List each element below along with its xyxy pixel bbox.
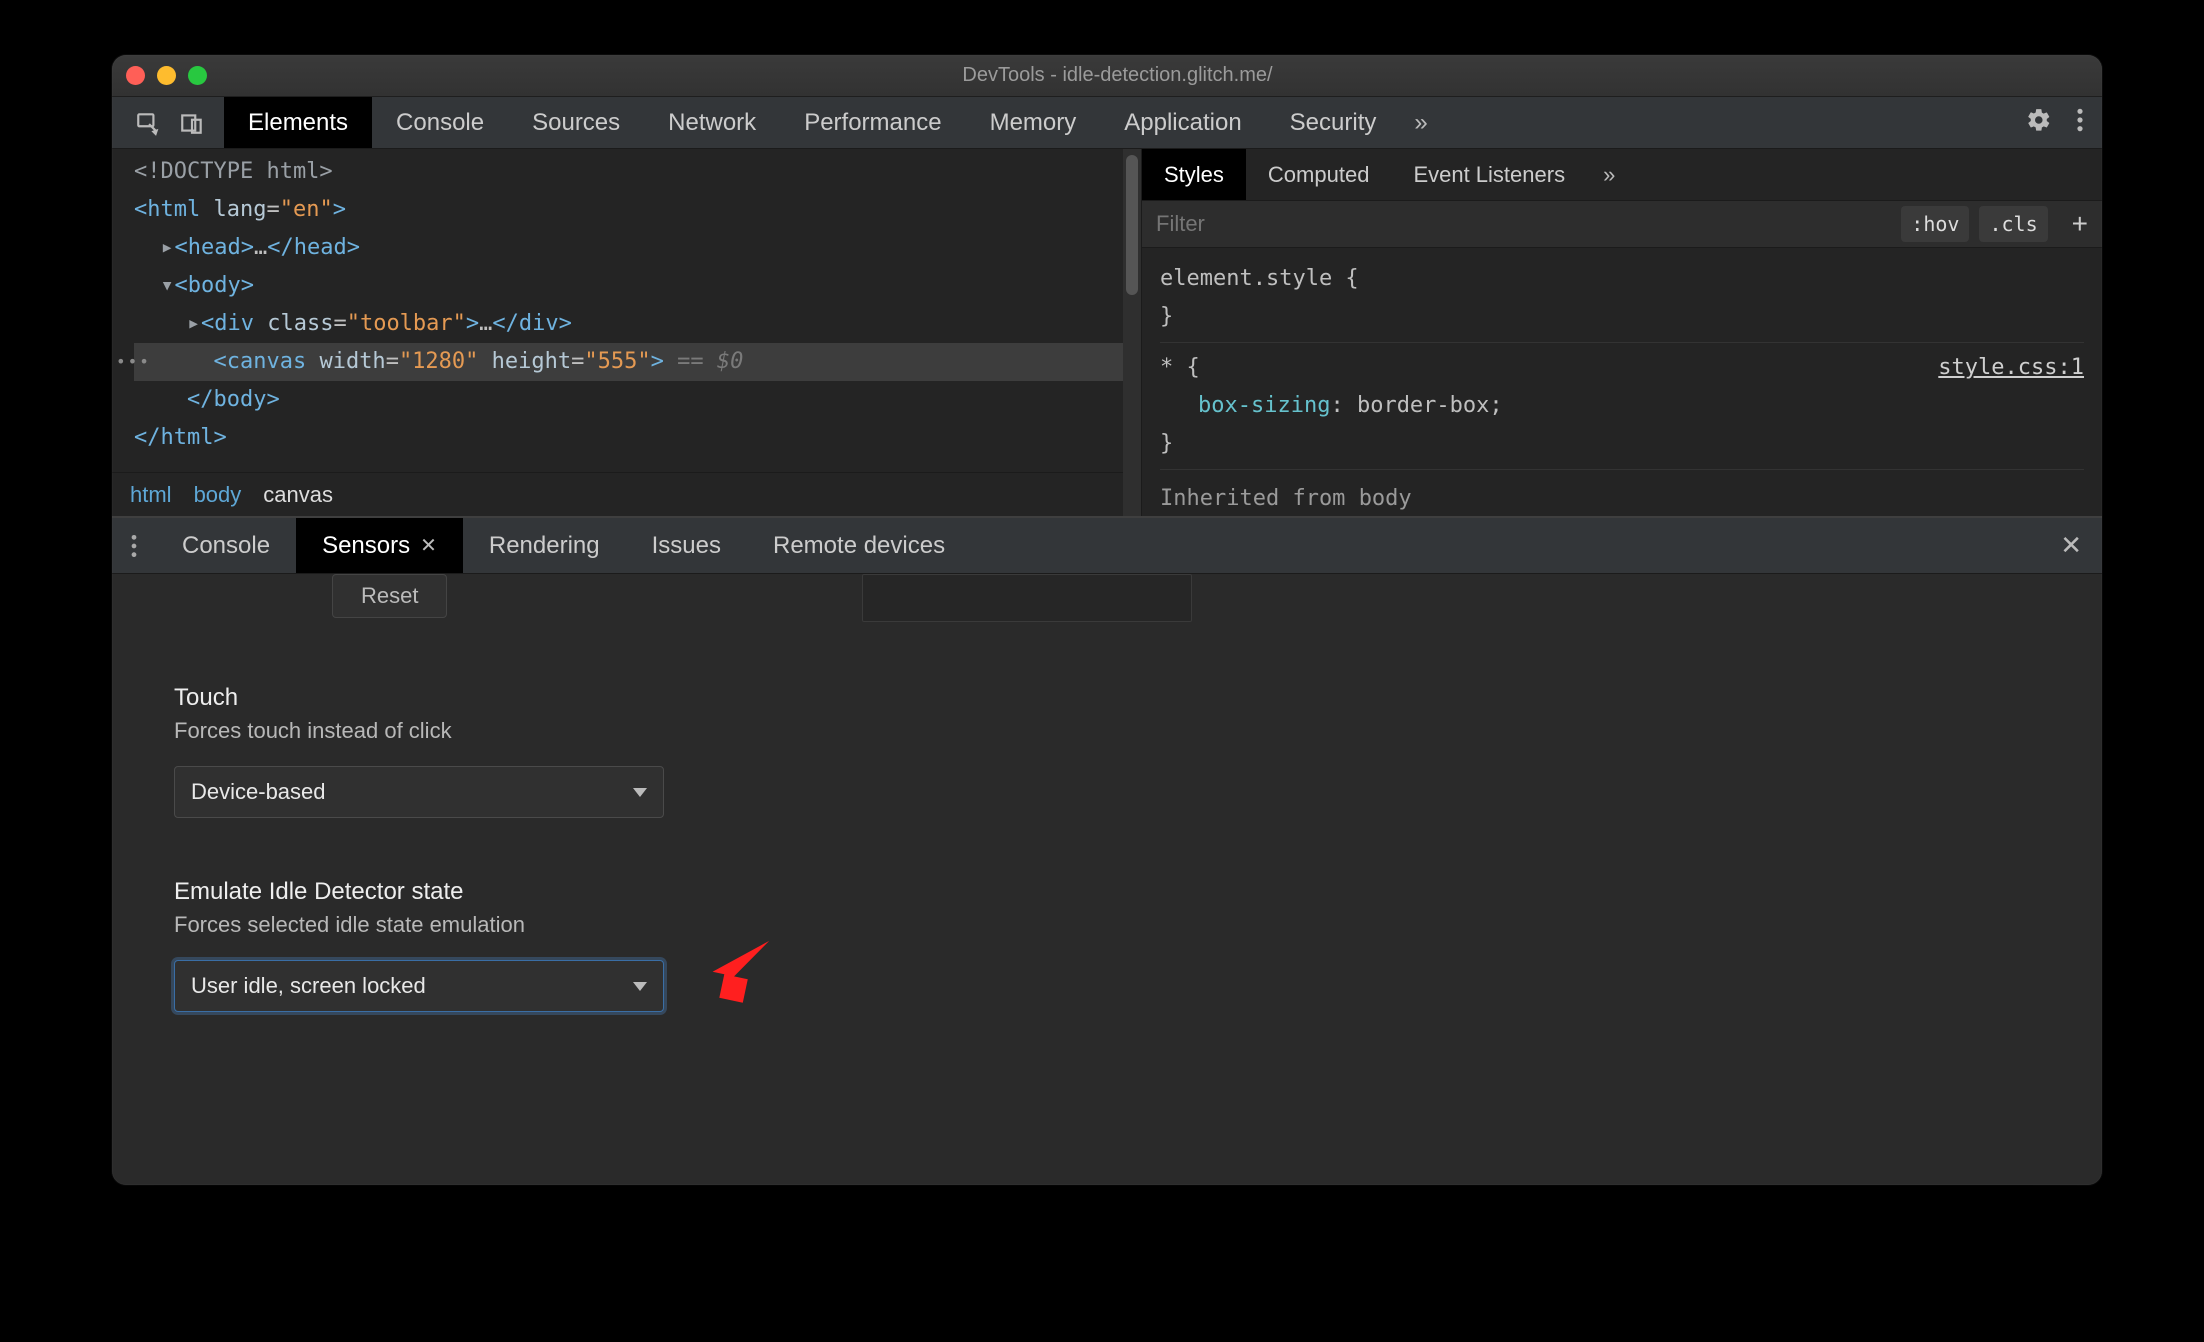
- close-window-button[interactable]: [126, 66, 145, 85]
- subtab-styles[interactable]: Styles: [1142, 149, 1246, 200]
- rule-selector: * {: [1160, 355, 1200, 380]
- rule-close-brace: }: [1160, 431, 1173, 456]
- drawer-tab-rendering[interactable]: Rendering: [463, 518, 626, 573]
- tab-sources[interactable]: Sources: [508, 97, 644, 148]
- subtab-event-listeners[interactable]: Event Listeners: [1391, 149, 1587, 200]
- tab-network[interactable]: Network: [644, 97, 780, 148]
- css-prop-value[interactable]: border-box;: [1357, 393, 1503, 418]
- drawer-tab-issues[interactable]: Issues: [626, 518, 747, 573]
- chevron-down-icon: [633, 982, 647, 991]
- settings-gear-icon[interactable]: [2026, 107, 2052, 138]
- touch-section: Touch Forces touch instead of click Devi…: [112, 638, 2102, 818]
- hov-toggle[interactable]: :hov: [1901, 206, 1969, 242]
- styles-filter-bar: :hov .cls +: [1142, 201, 2102, 248]
- idle-subtitle: Forces selected idle state emulation: [174, 912, 2040, 938]
- more-options-kebab-icon[interactable]: [2076, 107, 2084, 138]
- idle-select-value: User idle, screen locked: [191, 973, 426, 999]
- tab-performance[interactable]: Performance: [780, 97, 965, 148]
- tab-memory[interactable]: Memory: [966, 97, 1101, 148]
- close-tab-x-icon[interactable]: ✕: [420, 533, 437, 558]
- styles-panel: Styles Computed Event Listeners » :hov .…: [1142, 149, 2102, 516]
- crumb-canvas[interactable]: canvas: [263, 482, 333, 508]
- drawer-panel: Console Sensors ✕ Rendering Issues Remot…: [112, 516, 2102, 1185]
- main-tabs: Elements Console Sources Network Perform…: [224, 97, 1442, 148]
- idle-select[interactable]: User idle, screen locked: [174, 960, 664, 1012]
- subtabs-overflow-icon[interactable]: »: [1587, 149, 1631, 200]
- inherited-divider: Inherited from body: [1160, 470, 2084, 516]
- window-traffic-lights: [126, 66, 207, 85]
- tab-console[interactable]: Console: [372, 97, 508, 148]
- zoom-window-button[interactable]: [188, 66, 207, 85]
- tab-elements[interactable]: Elements: [224, 97, 372, 148]
- tab-security[interactable]: Security: [1266, 97, 1401, 148]
- drawer-tab-console[interactable]: Console: [156, 518, 296, 573]
- devtools-main-toolbar: Elements Console Sources Network Perform…: [112, 97, 2102, 149]
- tabs-overflow-icon[interactable]: »: [1400, 97, 1441, 148]
- tab-application[interactable]: Application: [1100, 97, 1265, 148]
- css-prop-name[interactable]: box-sizing: [1198, 393, 1330, 418]
- minimize-window-button[interactable]: [157, 66, 176, 85]
- rule-universal[interactable]: style.css:1 * { box-sizing: border-box; …: [1160, 343, 2084, 470]
- drawer-tab-remote-devices[interactable]: Remote devices: [747, 518, 971, 573]
- inherited-from: body: [1359, 486, 1412, 511]
- touch-title: Touch: [174, 684, 2040, 712]
- dom-tree-panel[interactable]: <!DOCTYPE html> <html lang="en"> ▸<head>…: [112, 149, 1142, 516]
- touch-select[interactable]: Device-based: [174, 766, 664, 818]
- drawer-tabs: Console Sensors ✕ Rendering Issues Remot…: [112, 518, 2102, 574]
- window-titlebar: DevTools - idle-detection.glitch.me/: [112, 55, 2102, 97]
- drawer-tab-sensors-label: Sensors: [322, 532, 410, 560]
- dom-tree[interactable]: <!DOCTYPE html> <html lang="en"> ▸<head>…: [112, 149, 1141, 457]
- cls-toggle[interactable]: .cls: [1979, 206, 2047, 242]
- breadcrumb: html body canvas: [112, 472, 1123, 516]
- drawer-body: Reset Touch Forces touch instead of clic…: [112, 574, 2102, 1185]
- dom-scrollbar[interactable]: [1123, 149, 1141, 516]
- drawer-more-options-icon[interactable]: [112, 518, 156, 573]
- inherited-label: Inherited from: [1160, 486, 1345, 511]
- orientation-reset-button[interactable]: Reset: [332, 574, 447, 618]
- new-style-rule-plus-icon[interactable]: +: [2058, 208, 2102, 240]
- idle-title: Emulate Idle Detector state: [174, 878, 2040, 906]
- devtools-window: DevTools - idle-detection.glitch.me/ Ele…: [112, 55, 2102, 1185]
- rule-origin-link[interactable]: style.css:1: [1938, 349, 2084, 387]
- styles-filter-input[interactable]: [1142, 211, 1901, 237]
- chevron-down-icon: [633, 788, 647, 797]
- elements-row: <!DOCTYPE html> <html lang="en"> ▸<head>…: [112, 149, 2102, 516]
- device-toolbar-icon[interactable]: [170, 97, 214, 149]
- drawer-tab-sensors[interactable]: Sensors ✕: [296, 518, 463, 573]
- selected-dom-node[interactable]: <canvas width="1280" height="555"> == $0: [134, 343, 1141, 381]
- idle-section: Emulate Idle Detector state Forces selec…: [112, 818, 2102, 1012]
- crumb-html[interactable]: html: [130, 482, 172, 508]
- rule-element-style[interactable]: element.style { }: [1160, 254, 2084, 343]
- rule-close-brace: }: [1160, 304, 1173, 329]
- window-title: DevTools - idle-detection.glitch.me/: [207, 64, 2028, 87]
- rule-selector: element.style {: [1160, 266, 1359, 291]
- subtab-computed[interactable]: Computed: [1246, 149, 1392, 200]
- crumb-body[interactable]: body: [194, 482, 242, 508]
- touch-subtitle: Forces touch instead of click: [174, 718, 2040, 744]
- drawer-close-x-icon[interactable]: ✕: [2040, 518, 2102, 573]
- orientation-dropdown[interactable]: [862, 574, 1192, 622]
- touch-select-value: Device-based: [191, 779, 326, 805]
- inspect-element-icon[interactable]: [126, 97, 170, 149]
- styles-rules[interactable]: element.style { } style.css:1 * { box-si…: [1142, 248, 2102, 516]
- elements-subpanel-tabs: Styles Computed Event Listeners »: [1142, 149, 2102, 201]
